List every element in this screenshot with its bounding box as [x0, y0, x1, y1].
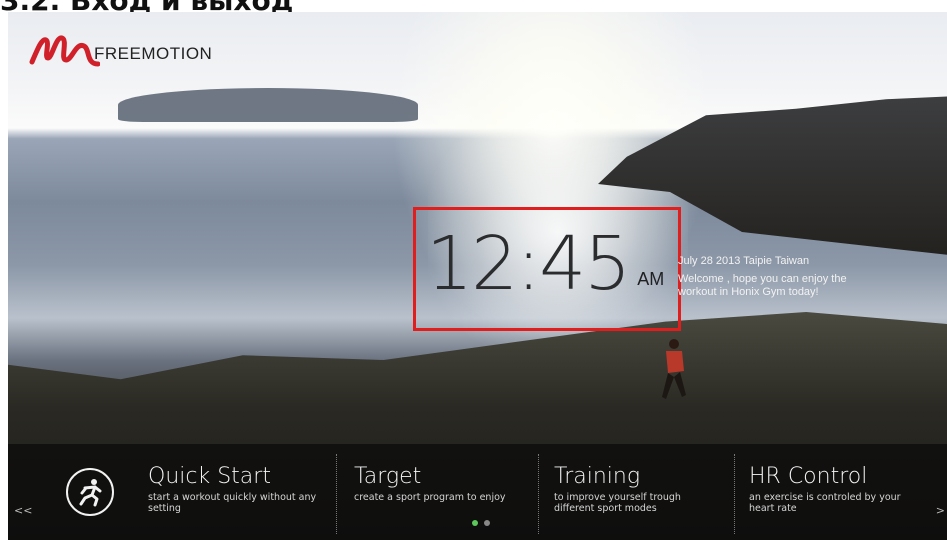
- menu-item-desc: start a workout quickly without any sett…: [148, 492, 317, 514]
- freemotion-m-icon: [29, 35, 100, 67]
- menu-item-desc: an exercise is controled by your heart r…: [749, 492, 901, 514]
- menu-item-hr-control[interactable]: HR Control an exercise is controled by y…: [749, 464, 909, 524]
- runner-icon: [79, 479, 102, 507]
- menu-prev-button[interactable]: <<: [14, 504, 32, 517]
- treadmill-home-screen: FREEMOTION 12:45 AM July 28 2013 Taipie …: [8, 12, 947, 540]
- background-island: [118, 88, 418, 122]
- date-location: July 28 2013 Taipie Taiwan: [678, 255, 810, 267]
- menu-next-button[interactable]: >: [936, 504, 945, 517]
- freemotion-logo: FREEMOTION: [28, 26, 212, 72]
- page-dot[interactable]: [484, 520, 490, 526]
- menu-item-quick-start[interactable]: Quick Start start a workout quickly with…: [148, 464, 328, 524]
- menu-item-training[interactable]: Training to improve yourself trough diff…: [554, 464, 714, 524]
- info-panel: July 28 2013 Taipie Taiwan Welcome , hop…: [678, 255, 878, 299]
- menu-item-title: Quick Start: [148, 464, 271, 489]
- menu-item-title: HR Control: [749, 464, 868, 489]
- page-dot-active[interactable]: [472, 520, 478, 526]
- menu-item-desc: to improve yourself trough different spo…: [554, 492, 681, 514]
- quick-start-button-icon[interactable]: [66, 468, 114, 516]
- menu-item-title: Target: [354, 464, 422, 489]
- welcome-message: Welcome , hope you can enjoy the workout…: [678, 273, 847, 298]
- menu-item-title: Training: [554, 464, 641, 489]
- menu-item-desc: create a sport program to enjoy: [354, 492, 506, 503]
- menu-divider: [734, 454, 736, 534]
- menu-divider: [538, 454, 540, 534]
- background-runner: [662, 339, 686, 399]
- logo-text: FREEMOTION: [94, 44, 213, 63]
- menu-item-target[interactable]: Target create a sport program to enjoy: [354, 464, 534, 524]
- page-indicator: [472, 520, 490, 526]
- menu-divider: [336, 454, 338, 534]
- clock-highlight-box: [413, 207, 681, 331]
